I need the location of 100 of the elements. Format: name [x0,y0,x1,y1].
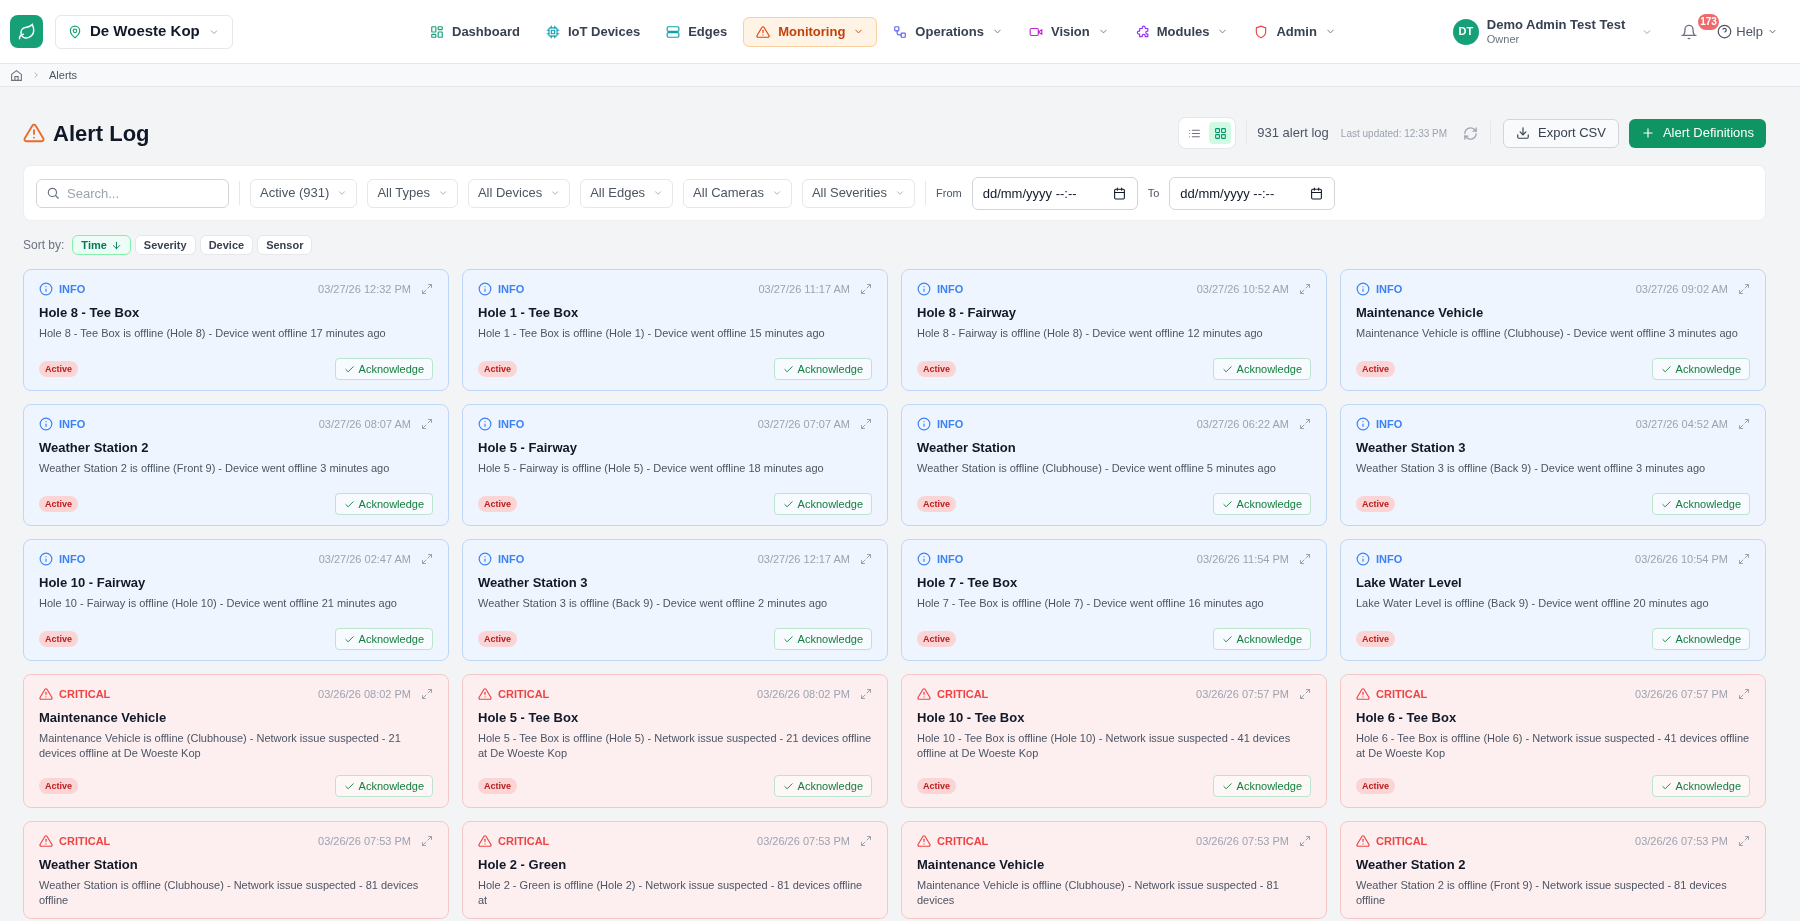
acknowledge-button[interactable]: Acknowledge [1212,358,1311,380]
workflow-icon [893,24,908,39]
expand-icon[interactable] [1738,553,1750,565]
acknowledge-button[interactable]: Acknowledge [773,493,872,515]
expand-icon[interactable] [860,688,872,700]
alert-card[interactable]: INFO 03/27/26 09:02 AM Maintenance Vehicle Maintenance Vehicle is offline (Clubhouse) - Device went offline 3 minutes ago Active Acknowledge [1340,269,1766,391]
alert-card[interactable]: INFO 03/27/26 02:47 AM Hole 10 - Fairway Hole 10 - Fairway is offline (Hole 10) - Device went offline 21 minutes ago Active Acknowledge [23,539,449,661]
alert-title: Weather Station 3 [478,574,589,592]
expand-icon[interactable] [1738,283,1750,295]
export-csv-button[interactable]: Export CSV [1503,118,1619,148]
nav-tab[interactable]: Modules [1124,16,1239,47]
calendar-icon[interactable] [1112,186,1126,200]
sort-option[interactable]: Sensor [257,235,313,255]
expand-icon[interactable] [421,418,433,430]
sort-option[interactable]: Device [199,235,254,255]
nav-tab[interactable]: Dashboard [420,16,530,47]
alert-card[interactable]: INFO 03/27/26 10:52 AM Hole 8 - Fairway Hole 8 - Fairway is offline (Hole 8) - Device went offline 12 minutes ago Active Acknowledge [901,269,1327,391]
alert-card[interactable]: CRITICAL 03/26/26 08:02 PM Hole 5 - Tee Box Hole 5 - Tee Box is offline (Hole 5) - Network issue suspected - 21 devices offline at De Woeste Kop Active Acknowledge [462,674,888,808]
nav-tab[interactable]: Monitoring [743,16,878,47]
acknowledge-button[interactable]: Acknowledge [1651,775,1750,797]
notifications-button[interactable] [1681,23,1698,40]
expand-icon[interactable] [421,283,433,295]
filter-dropdown[interactable]: All Edges [580,178,674,208]
grid-view-button[interactable] [1209,122,1232,144]
nav-tab[interactable]: Admin [1244,16,1346,47]
alert-definitions-button[interactable]: Alert Definitions [1628,118,1766,148]
date-time-field[interactable]: dd/mm/yyyy --:-- [971,176,1138,210]
alert-card[interactable]: INFO 03/27/26 12:17 AM Weather Station 3 Weather Station 3 is offline (Back 9) - Device went offline 2 minutes ago Active Acknowledge [462,539,888,661]
calendar-icon[interactable] [1310,186,1324,200]
expand-icon[interactable] [860,835,872,847]
expand-icon[interactable] [1738,688,1750,700]
sort-option[interactable]: Severity [134,235,196,255]
acknowledge-button[interactable]: Acknowledge [334,493,433,515]
expand-icon[interactable] [1738,418,1750,430]
alert-message: Hole 7 - Tee Box is offline (Hole 7) - Device went offline 16 minutes ago [917,595,1265,611]
alert-card[interactable]: INFO 03/27/26 04:52 AM Weather Station 3 Weather Station 3 is offline (Back 9) - Device went offline 3 minutes ago Active Acknowledge [1340,404,1766,526]
filter-dropdown[interactable]: All Devices [467,178,571,208]
alert-card[interactable]: INFO 03/26/26 10:54 PM Lake Water Level Lake Water Level is offline (Back 9) - Device went offline 20 minutes ago Active Acknowledge [1340,539,1766,661]
alert-time: 03/27/26 10:52 AM [1196,281,1289,297]
status-badge: Active [478,496,517,512]
expand-icon[interactable] [860,418,872,430]
acknowledge-button[interactable]: Acknowledge [334,628,433,650]
expand-icon[interactable] [1299,283,1311,295]
app-logo-icon[interactable] [10,15,43,48]
acknowledge-button[interactable]: Acknowledge [773,628,872,650]
home-icon[interactable] [10,68,23,82]
expand-icon[interactable] [1738,835,1750,847]
refresh-icon[interactable] [1463,125,1479,141]
expand-icon[interactable] [421,688,433,700]
expand-icon[interactable] [421,835,433,847]
alert-card[interactable]: CRITICAL 03/26/26 08:02 PM Maintenance Vehicle Maintenance Vehicle is offline (Clubhouse) - Network issue suspected - 21 devices offline at De Woeste Kop Active Acknowledge [23,674,449,808]
acknowledge-button[interactable]: Acknowledge [1212,628,1311,650]
acknowledge-button[interactable]: Acknowledge [334,775,433,797]
severity-label: INFO [1376,281,1403,297]
nav-tab[interactable]: Operations [883,16,1013,47]
alert-title: Weather Station 2 [1356,856,1467,874]
expand-icon[interactable] [1299,553,1311,565]
info-icon [478,417,492,431]
nav-tab[interactable]: IoT Devices [535,16,651,47]
alert-card[interactable]: INFO 03/27/26 08:07 AM Weather Station 2 Weather Station 2 is offline (Front 9) - Device went offline 3 minutes ago Active Acknowledge [23,404,449,526]
acknowledge-button[interactable]: Acknowledge [1651,358,1750,380]
alert-card[interactable]: INFO 03/27/26 11:17 AM Hole 1 - Tee Box Hole 1 - Tee Box is offline (Hole 1) - Device went offline 15 minutes ago Active Acknowledge [462,269,888,391]
acknowledge-button[interactable]: Acknowledge [773,775,872,797]
acknowledge-button[interactable]: Acknowledge [1212,775,1311,797]
alert-card[interactable]: CRITICAL 03/26/26 07:53 PM Maintenance Vehicle Maintenance Vehicle is offline (Clubhouse) - Network issue suspected - 81 devices [901,821,1327,919]
expand-icon[interactable] [1299,418,1311,430]
info-icon [1356,282,1370,296]
nav-tab[interactable]: Edges [656,16,738,47]
expand-icon[interactable] [860,553,872,565]
acknowledge-button[interactable]: Acknowledge [773,358,872,380]
filter-dropdown[interactable]: All Severities [801,178,916,208]
breadcrumb-item[interactable]: Alerts [49,66,78,84]
acknowledge-button[interactable]: Acknowledge [1212,493,1311,515]
expand-icon[interactable] [1299,688,1311,700]
acknowledge-button[interactable]: Acknowledge [334,358,433,380]
date-time-field[interactable]: dd/mm/yyyy --:-- [1169,176,1336,210]
sort-option[interactable]: Time [72,235,131,255]
expand-icon[interactable] [1299,835,1311,847]
acknowledge-button[interactable]: Acknowledge [1651,493,1750,515]
expand-icon[interactable] [860,283,872,295]
location-selector[interactable]: De Woeste Kop [55,14,233,49]
search-field[interactable]: Search... [36,178,229,208]
alert-card[interactable]: INFO 03/26/26 11:54 PM Hole 7 - Tee Box Hole 7 - Tee Box is offline (Hole 7) - Device went offline 16 minutes ago Active Acknowledge [901,539,1327,661]
alert-card[interactable]: CRITICAL 03/26/26 07:53 PM Weather Station 2 Weather Station 2 is offline (Front 9) - Network issue suspected - 81 devices offline [1340,821,1766,919]
alert-card[interactable]: INFO 03/27/26 06:22 AM Weather Station Weather Station is offline (Clubhouse) - Device went offline 5 minutes ago Active Acknowledge [901,404,1327,526]
nav-tab[interactable]: Vision [1018,16,1119,47]
alert-card[interactable]: CRITICAL 03/26/26 07:53 PM Hole 2 - Green Hole 2 - Green is offline (Hole 2) - Network issue suspected - 81 devices offline at [462,821,888,919]
filter-dropdown[interactable]: All Cameras [683,178,792,208]
alert-card[interactable]: CRITICAL 03/26/26 07:53 PM Weather Station Weather Station is offline (Clubhouse) - Network issue suspected - 81 devices offline [23,821,449,919]
alert-card[interactable]: INFO 03/27/26 07:07 AM Hole 5 - Fairway Hole 5 - Fairway is offline (Hole 5) - Device went offline 18 minutes ago Active Acknowledge [462,404,888,526]
help-menu[interactable]: Help [1717,21,1778,42]
alert-card[interactable]: INFO 03/27/26 12:32 PM Hole 8 - Tee Box Hole 8 - Tee Box is offline (Hole 8) - Device went offline 17 minutes ago Active Acknowledge [23,269,449,391]
alert-card[interactable]: CRITICAL 03/26/26 07:57 PM Hole 10 - Tee Box Hole 10 - Tee Box is offline (Hole 10) - Network issue suspected - 41 devices offline at De Woeste Kop Active Acknowledge [901,674,1327,808]
filter-dropdown[interactable]: Active (931) [250,178,358,208]
expand-icon[interactable] [421,553,433,565]
filter-dropdown[interactable]: All Types [367,178,458,208]
info-icon [1356,417,1370,431]
acknowledge-button[interactable]: Acknowledge [1651,628,1750,650]
user-menu[interactable]: DT Demo Admin Test Test Owner [1452,16,1654,47]
alert-card[interactable]: CRITICAL 03/26/26 07:57 PM Hole 6 - Tee Box Hole 6 - Tee Box is offline (Hole 6) - Network issue suspected - 41 devices offline at De Woeste Kop Active Acknowledge [1340,674,1766,808]
